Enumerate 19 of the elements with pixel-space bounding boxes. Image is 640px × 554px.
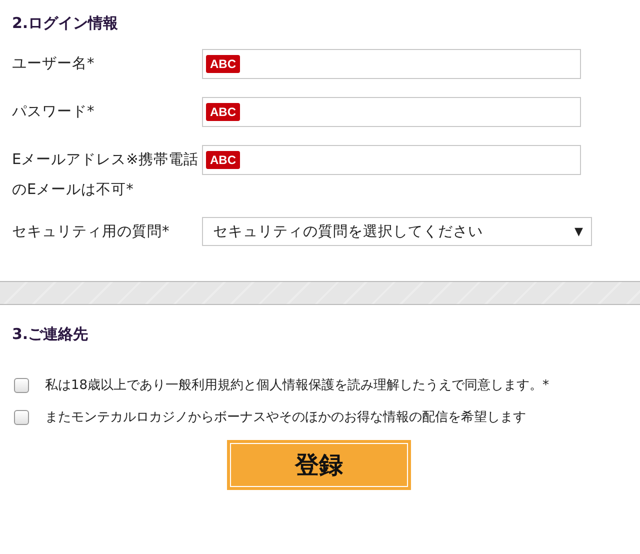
dropdown-arrow: ▼ <box>574 225 583 238</box>
field-label: セキュリティ用の質問* <box>12 223 170 242</box>
input-mode-badge: ABC <box>206 103 240 121</box>
checkbox-label: またモンテカルロカジノからボーナスやそのほかのお得な情報の配信を希望します <box>45 409 527 427</box>
input-field[interactable]: ABC <box>202 49 581 79</box>
security-question-select[interactable]: セキュリティの質問を選択してください ▼ <box>202 217 592 246</box>
input-mode-badge: ABC <box>206 151 240 169</box>
input-field[interactable]: ABC <box>202 97 581 127</box>
input-mode-badge: ABC <box>206 55 240 73</box>
checkbox[interactable] <box>14 378 29 393</box>
checkbox[interactable] <box>14 410 29 425</box>
register-button[interactable]: 登録 <box>227 440 411 490</box>
section-heading: 3.ご連絡先 <box>12 325 90 344</box>
section-heading: 2.ログイン情報 <box>12 14 120 33</box>
input-field[interactable]: ABC <box>202 145 581 175</box>
checkbox-label: 私は18歳以上であり一般利用規約と個人情報保護を読み理解したうえで同意します。* <box>45 377 550 395</box>
field-label: パスワード* <box>12 103 96 122</box>
field-label: ユーザー名* <box>12 55 96 74</box>
field-label: Eメールアドレス※携帯電話のEメールは不可* <box>12 151 200 200</box>
